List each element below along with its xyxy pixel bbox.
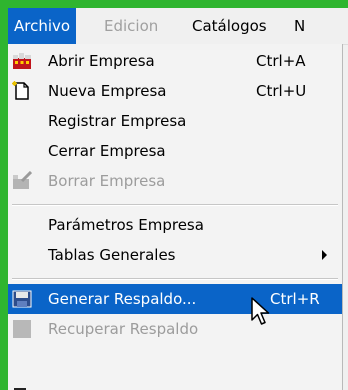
menu-item-label: Parámetros Empresa (48, 216, 204, 234)
menu-item-nueva-empresa[interactable]: Nueva Empresa Ctrl+U (8, 76, 342, 106)
menu-n[interactable]: N (288, 8, 311, 44)
menu-item-registrar-empresa[interactable]: Registrar Empresa (8, 106, 342, 136)
menu-item-shortcut: Ctrl+R (270, 290, 320, 308)
app-window: Archivo Edicion Catálogos N Abrir Empres… (8, 8, 348, 390)
menu-item-shortcut: Ctrl+U (256, 82, 307, 100)
menu-catalogos[interactable]: Catálogos (186, 8, 273, 44)
menu-item-label: Recuperar Respaldo (48, 320, 199, 338)
menu-item-label: Abrir Empresa (48, 52, 155, 70)
menu-item-parametros-empresa[interactable]: Parámetros Empresa (8, 210, 342, 240)
menu-item-tablas-generales[interactable]: Tablas Generales (8, 240, 342, 270)
menu-archivo[interactable]: Archivo (8, 8, 77, 44)
backup-disk-icon (12, 290, 32, 308)
menu-item-label: Generar Respaldo... (48, 290, 197, 308)
menu-edicion[interactable]: Edicion (98, 8, 164, 44)
menu-item-abrir-empresa[interactable]: Abrir Empresa Ctrl+A (8, 46, 342, 76)
menu-item-recuperar-respaldo[interactable]: Recuperar Respaldo (8, 314, 342, 344)
menu-item-borrar-empresa[interactable]: Borrar Empresa (8, 166, 342, 196)
delete-company-icon (13, 171, 32, 189)
menu-bar: Archivo Edicion Catálogos N (8, 8, 348, 45)
menu-item-shortcut: Ctrl+A (256, 52, 306, 70)
mouse-pointer-icon (251, 297, 270, 325)
menu-item-label: Tablas Generales (48, 246, 176, 264)
archivo-dropdown-menu: Abrir Empresa Ctrl+A Nueva Empresa Ctrl+… (8, 44, 343, 390)
menu-item-label: Nueva Empresa (48, 82, 167, 100)
menu-item-cerrar-empresa[interactable]: Cerrar Empresa (8, 136, 342, 166)
menu-separator (12, 278, 338, 280)
menu-item-label: Registrar Empresa (48, 112, 187, 130)
menu-item-generar-respaldo[interactable]: Generar Respaldo... Ctrl+R (8, 284, 342, 314)
menu-item-label: Cerrar Empresa (48, 142, 166, 160)
restore-backup-icon (13, 320, 31, 338)
new-document-icon (12, 81, 29, 100)
open-company-icon (13, 53, 31, 69)
menu-item-label: Borrar Empresa (48, 172, 166, 190)
submenu-arrow-icon (322, 250, 327, 260)
menu-separator (12, 204, 338, 206)
